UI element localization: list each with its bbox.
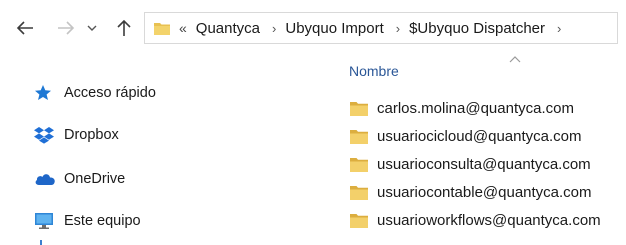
folder-name: usuarioworkflows@quantyca.com <box>377 211 601 229</box>
file-explorer-window: « Quantyca › Ubyquo Import › $Ubyquo Dis… <box>0 0 626 245</box>
nav-item-dropbox[interactable]: Dropbox <box>34 123 119 147</box>
breadcrumb-ubyquo-dispatcher[interactable]: $Ubyquo Dispatcher <box>409 20 545 37</box>
nav-item-label: OneDrive <box>64 171 126 187</box>
back-button[interactable] <box>14 16 36 40</box>
list-item[interactable]: usuarioconsulta@quantyca.com <box>349 152 626 176</box>
nav-item-label: Acceso rápido <box>64 85 156 101</box>
breadcrumb-separator[interactable]: › <box>557 21 561 36</box>
list-item[interactable]: carlos.molina@quantyca.com <box>349 96 626 120</box>
address-overflow-button[interactable]: « <box>179 20 187 36</box>
forward-button[interactable] <box>55 16 77 40</box>
address-bar[interactable]: « Quantyca › Ubyquo Import › $Ubyquo Dis… <box>144 12 618 44</box>
column-header-name[interactable]: Nombre <box>349 63 399 79</box>
folder-icon <box>153 19 171 37</box>
sort-ascending-icon <box>509 51 521 63</box>
cloud-icon <box>34 169 56 189</box>
chevron-down-icon <box>87 25 97 31</box>
folder-icon <box>349 127 369 145</box>
list-item[interactable]: usuariocicloud@quantyca.com <box>349 124 626 148</box>
folder-name: carlos.molina@quantyca.com <box>377 99 574 117</box>
recent-locations-button[interactable] <box>84 16 100 40</box>
nav-item-this-pc[interactable]: Este equipo <box>34 209 141 233</box>
monitor-icon <box>34 211 56 231</box>
arrow-up-icon <box>117 19 131 36</box>
breadcrumb-ubyquo-import[interactable]: Ubyquo Import <box>285 20 383 37</box>
nav-item-quick-access[interactable]: Acceso rápido <box>34 81 156 105</box>
folder-icon <box>349 211 369 229</box>
navigation-pane: Acceso rápido Dropbox OneDrive Este equi… <box>0 62 330 245</box>
folder-icon <box>349 183 369 201</box>
star-pin-icon <box>34 83 56 103</box>
arrow-left-icon <box>16 21 33 35</box>
up-button[interactable] <box>113 16 135 40</box>
dropbox-icon <box>34 125 56 145</box>
nav-item-onedrive[interactable]: OneDrive <box>34 167 125 191</box>
list-item[interactable]: usuarioworkflows@quantyca.com <box>349 208 626 232</box>
folder-name: usuariocontable@quantyca.com <box>377 183 592 201</box>
folder-icon <box>349 155 369 173</box>
folder-name: usuariocicloud@quantyca.com <box>377 127 582 145</box>
nav-item-label: Este equipo <box>64 213 141 229</box>
folder-icon <box>349 99 369 117</box>
breadcrumb-separator[interactable]: › <box>272 21 276 36</box>
navigation-toolbar: « Quantyca › Ubyquo Import › $Ubyquo Dis… <box>0 0 626 58</box>
arrow-right-icon <box>58 21 75 35</box>
list-item[interactable]: usuariocontable@quantyca.com <box>349 180 626 204</box>
breadcrumb-separator[interactable]: › <box>396 21 400 36</box>
nav-item-partial <box>40 240 42 245</box>
nav-item-label: Dropbox <box>64 127 119 143</box>
breadcrumb-quantyca[interactable]: Quantyca <box>196 20 260 37</box>
folder-name: usuarioconsulta@quantyca.com <box>377 155 591 173</box>
